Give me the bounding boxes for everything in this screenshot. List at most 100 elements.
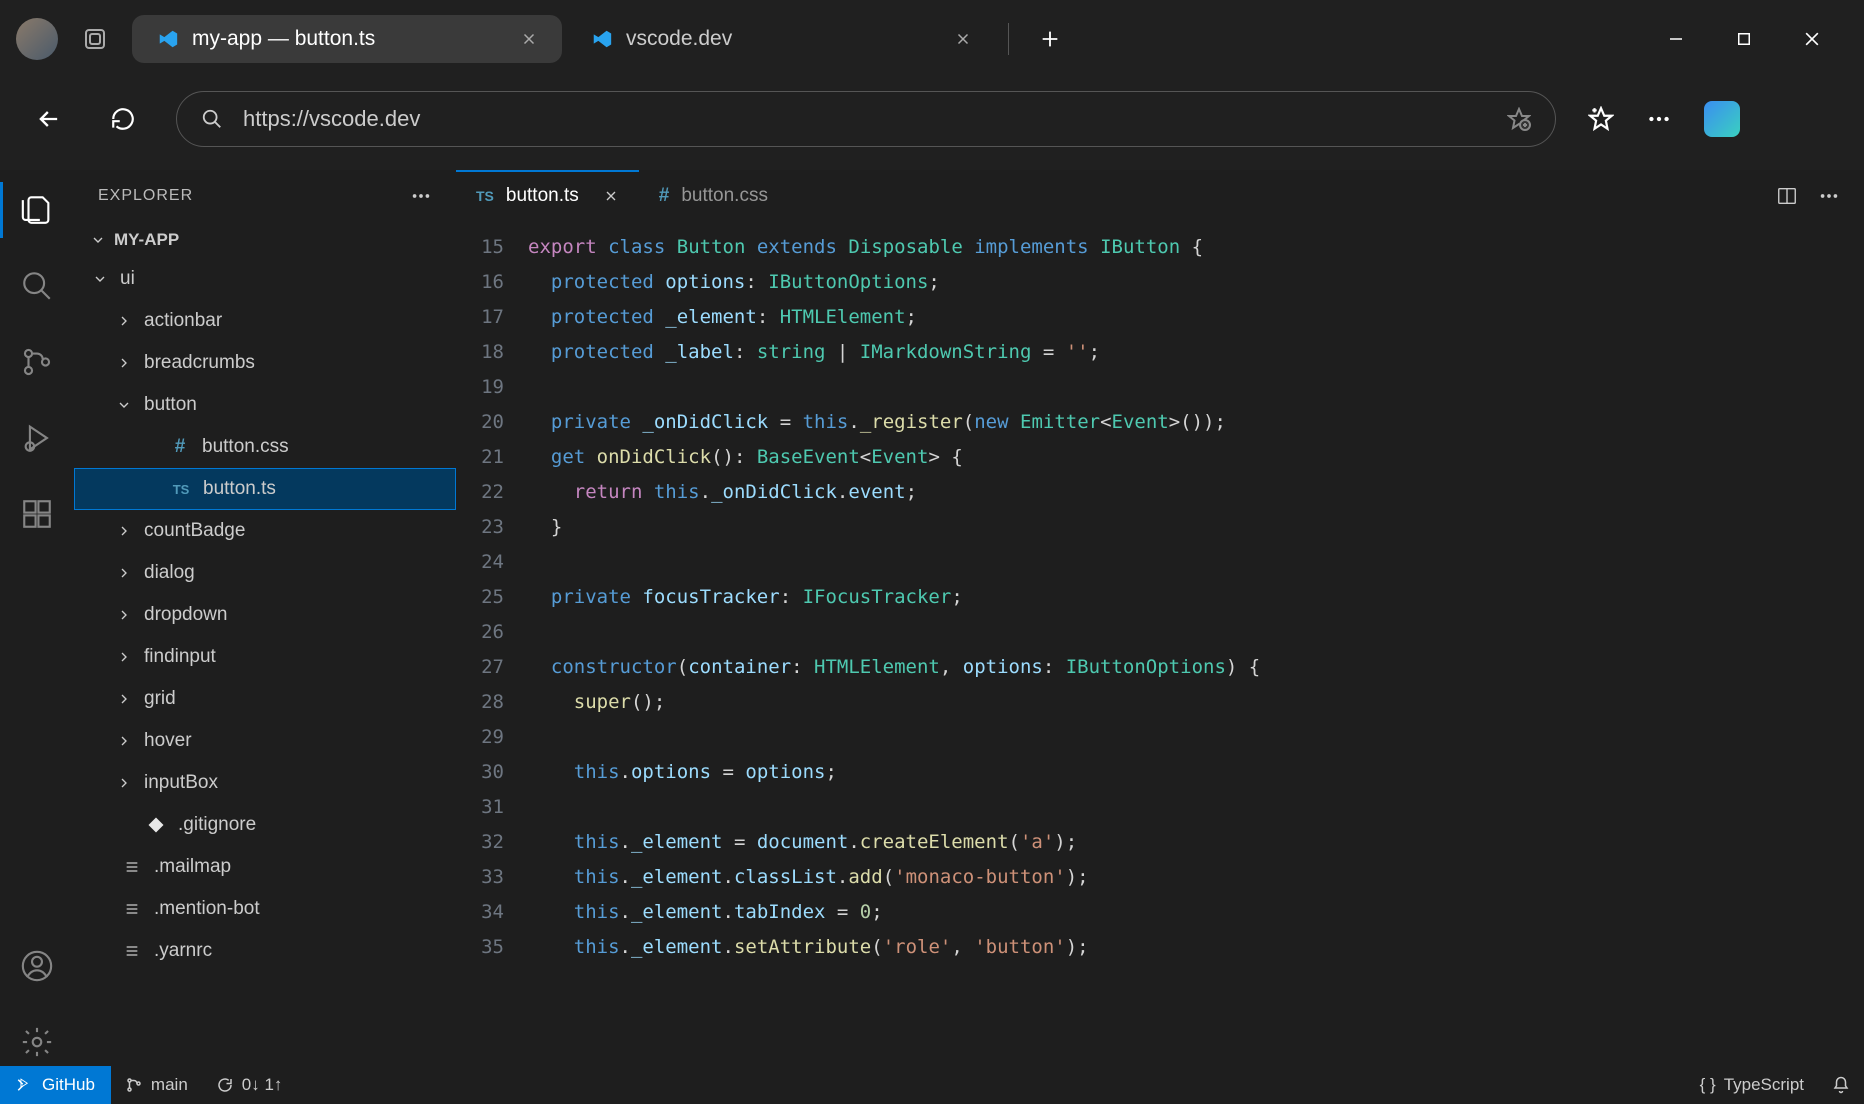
tree-folder[interactable]: findinput bbox=[74, 636, 456, 678]
split-editor-icon[interactable] bbox=[1776, 185, 1798, 207]
search-icon bbox=[201, 108, 223, 130]
activity-settings[interactable] bbox=[13, 1018, 61, 1066]
chevron-icon bbox=[114, 691, 134, 707]
activity-extensions[interactable] bbox=[13, 490, 61, 538]
activity-search[interactable] bbox=[13, 262, 61, 310]
sidebar: EXPLORER MY-APP ui actionbar breadcrumbs bu… bbox=[74, 170, 456, 1066]
tree-item-label: dropdown bbox=[144, 604, 227, 626]
editor-body[interactable]: 1516171819202122232425262728293031323334… bbox=[456, 222, 1864, 1066]
minimize-button[interactable] bbox=[1660, 23, 1692, 55]
tree-item-label: .mailmap bbox=[154, 856, 231, 878]
tree-folder[interactable]: ui bbox=[74, 258, 456, 300]
browser-titlebar: my-app — button.ts vscode.dev bbox=[0, 0, 1864, 78]
tree-item-label: actionbar bbox=[144, 310, 222, 332]
browser-chrome: my-app — button.ts vscode.dev bbox=[0, 0, 1864, 170]
tree-folder[interactable]: breadcrumbs bbox=[74, 342, 456, 384]
activity-explorer[interactable] bbox=[13, 186, 61, 234]
sidebar-title: EXPLORER bbox=[98, 187, 193, 205]
close-icon[interactable] bbox=[954, 30, 972, 48]
chevron-icon bbox=[114, 733, 134, 749]
branch-name: main bbox=[151, 1075, 188, 1095]
file-icon bbox=[120, 943, 144, 959]
browser-tab[interactable]: vscode.dev bbox=[566, 15, 996, 63]
tree-folder[interactable]: button bbox=[74, 384, 456, 426]
tree-folder[interactable]: inputBox bbox=[74, 762, 456, 804]
tree-folder[interactable]: countBadge bbox=[74, 510, 456, 552]
tree-folder[interactable]: dropdown bbox=[74, 594, 456, 636]
more-icon[interactable] bbox=[1818, 185, 1840, 207]
vscode-icon bbox=[156, 27, 180, 51]
sidebar-project-header[interactable]: MY-APP bbox=[74, 222, 456, 258]
browser-tab-label: vscode.dev bbox=[626, 27, 732, 51]
tree-folder[interactable]: grid bbox=[74, 678, 456, 720]
tree-item-label: button bbox=[144, 394, 197, 416]
editor-tab-active[interactable]: TS button.ts bbox=[456, 170, 639, 222]
tree-file[interactable]: .yarnrc bbox=[74, 930, 456, 972]
tree-item-label: button.ts bbox=[203, 478, 276, 500]
chevron-icon bbox=[114, 355, 134, 371]
browser-tab-active[interactable]: my-app — button.ts bbox=[132, 15, 562, 63]
editor-tabs: TS button.ts # button.css bbox=[456, 170, 1864, 222]
activity-account[interactable] bbox=[13, 942, 61, 990]
copilot-icon[interactable] bbox=[1704, 101, 1740, 137]
tree-file[interactable]: TS button.ts bbox=[74, 468, 456, 510]
language-label: TypeScript bbox=[1724, 1075, 1804, 1095]
sidebar-header: EXPLORER bbox=[74, 170, 456, 222]
tree-file[interactable]: .gitignore bbox=[74, 804, 456, 846]
browser-toolbar-icons bbox=[1588, 101, 1740, 137]
close-window-button[interactable] bbox=[1796, 23, 1828, 55]
profile-avatar[interactable] bbox=[16, 18, 58, 60]
tree-file[interactable]: .mention-bot bbox=[74, 888, 456, 930]
tree-folder[interactable]: actionbar bbox=[74, 300, 456, 342]
close-icon[interactable] bbox=[603, 188, 619, 204]
code-content[interactable]: export class Button extends Disposable i… bbox=[528, 222, 1864, 1066]
chevron-down-icon bbox=[90, 232, 106, 248]
tree-item-label: button.css bbox=[202, 436, 289, 458]
tree-item-label: .gitignore bbox=[178, 814, 256, 836]
tree-folder[interactable]: hover bbox=[74, 720, 456, 762]
status-language[interactable]: { } TypeScript bbox=[1686, 1075, 1818, 1095]
project-name: MY-APP bbox=[114, 230, 179, 250]
status-github[interactable]: GitHub bbox=[0, 1066, 111, 1104]
workspaces-icon[interactable] bbox=[74, 18, 116, 60]
tree-file[interactable]: .mailmap bbox=[74, 846, 456, 888]
editor-tab[interactable]: # button.css bbox=[639, 170, 788, 222]
close-icon[interactable] bbox=[520, 30, 538, 48]
tree-item-label: findinput bbox=[144, 646, 216, 668]
editor-tab-label: button.ts bbox=[506, 185, 579, 207]
chevron-icon bbox=[114, 397, 134, 413]
status-branch[interactable]: main bbox=[111, 1075, 202, 1095]
file-icon: # bbox=[168, 436, 192, 458]
more-icon[interactable] bbox=[1646, 106, 1672, 132]
activity-source-control[interactable] bbox=[13, 338, 61, 386]
tree-item-label: ui bbox=[120, 268, 135, 290]
tab-separator bbox=[1008, 23, 1009, 55]
maximize-button[interactable] bbox=[1728, 23, 1760, 55]
activity-bar bbox=[0, 170, 74, 1066]
tree-item-label: breadcrumbs bbox=[144, 352, 255, 374]
new-tab-button[interactable] bbox=[1029, 18, 1071, 60]
tree-item-label: .mention-bot bbox=[154, 898, 260, 920]
chevron-icon bbox=[90, 271, 110, 287]
address-url: https://vscode.dev bbox=[243, 106, 420, 132]
status-sync[interactable]: 0↓ 1↑ bbox=[202, 1075, 297, 1095]
refresh-button[interactable] bbox=[102, 98, 144, 140]
editor-area: TS button.ts # button.css 151617181920 bbox=[456, 170, 1864, 1066]
chevron-icon bbox=[114, 607, 134, 623]
sync-text: 0↓ 1↑ bbox=[242, 1075, 283, 1095]
activity-debug[interactable] bbox=[13, 414, 61, 462]
back-button[interactable] bbox=[28, 98, 70, 140]
file-icon bbox=[120, 901, 144, 917]
file-icon bbox=[120, 859, 144, 875]
more-icon[interactable] bbox=[410, 185, 432, 207]
status-notifications[interactable] bbox=[1818, 1076, 1864, 1094]
tree-item-label: dialog bbox=[144, 562, 195, 584]
file-icon: TS bbox=[169, 482, 193, 497]
favorites-icon[interactable] bbox=[1588, 106, 1614, 132]
favorite-icon[interactable] bbox=[1507, 107, 1531, 131]
tree-file[interactable]: # button.css bbox=[74, 426, 456, 468]
browser-tab-label: my-app — button.ts bbox=[192, 27, 375, 51]
tree-folder[interactable]: dialog bbox=[74, 552, 456, 594]
editor-tab-actions bbox=[1776, 170, 1864, 222]
address-bar[interactable]: https://vscode.dev bbox=[176, 91, 1556, 147]
